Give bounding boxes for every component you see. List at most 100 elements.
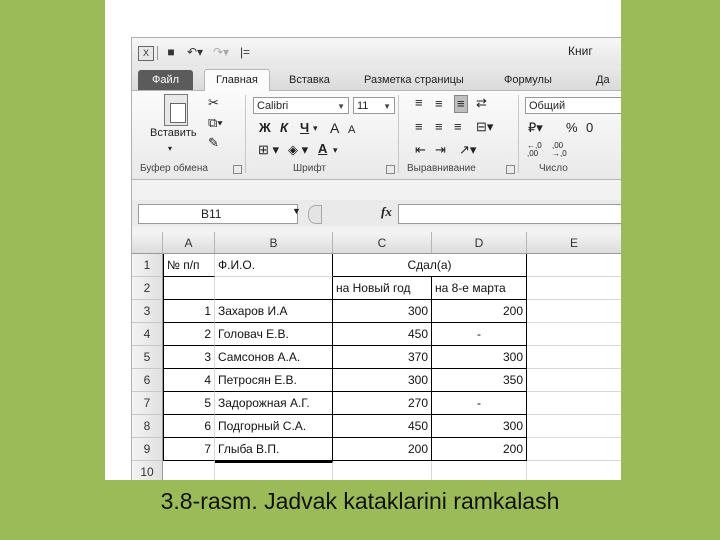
decrease-indent-icon[interactable]: ⇤ [415,142,426,158]
customize-quick-access-button[interactable]: |= [236,46,254,59]
cell-d7[interactable]: - [432,392,527,415]
wrap-text-icon[interactable]: ⇄ [476,95,487,111]
cell-e1[interactable] [527,254,621,277]
cell-e2[interactable] [527,277,621,300]
select-all-corner[interactable] [132,232,163,254]
alignment-launcher-icon[interactable] [506,165,515,174]
shrink-font-button[interactable]: A [348,122,355,138]
font-color-dropdown-icon[interactable]: ▾ [333,142,338,158]
row-header[interactable]: 10 [132,461,163,480]
cell-c1-merged[interactable]: Сдал(а) [333,254,527,277]
save-icon[interactable]: ■ [164,46,178,59]
align-right-icon[interactable]: ≡ [454,119,462,135]
tab-home[interactable]: Главная [204,69,270,91]
cell-a2[interactable] [163,277,215,300]
undo-icon[interactable]: ↶▾ [184,46,206,59]
copy-icon[interactable]: ⧉▾ [208,115,223,131]
cell-b10-active[interactable] [215,461,333,480]
formula-bar-handle[interactable] [308,205,322,224]
cell-d6[interactable]: 350 [432,369,527,392]
increase-decimal-button[interactable]: ←,0 ,00 [527,142,549,158]
orientation-icon[interactable]: ↗▾ [459,142,476,158]
cell-e10[interactable] [527,461,621,480]
cell-c9[interactable]: 200 [333,438,432,461]
cell-c2[interactable]: на Новый год [333,277,432,300]
cell-e5[interactable] [527,346,621,369]
paste-dropdown-icon[interactable]: ▾ [168,141,172,157]
paste-button-label[interactable]: Вставить [150,127,197,139]
clipboard-launcher-icon[interactable] [233,165,242,174]
underline-button[interactable]: Ч [300,120,309,136]
row-header[interactable]: 1 [132,254,163,277]
cell-a3[interactable]: 1 [163,300,215,323]
cell-b4[interactable]: Головач Е.В. [215,323,333,346]
bold-button[interactable]: Ж [259,120,271,136]
excel-app-icon[interactable]: X [138,46,154,61]
cell-a1[interactable]: № п/п [163,254,215,277]
cell-d4[interactable]: - [432,323,527,346]
cell-c6[interactable]: 300 [333,369,432,392]
cell-b2[interactable] [215,277,333,300]
number-format-combo[interactable]: Общий [525,97,621,114]
borders-icon[interactable]: ⊞ ▾ [258,142,279,158]
cut-icon[interactable]: ✂ [208,95,219,111]
cell-c8[interactable]: 450 [333,415,432,438]
cell-d8[interactable]: 300 [432,415,527,438]
paste-icon[interactable] [164,94,188,126]
cell-e9[interactable] [527,438,621,461]
formula-input[interactable] [398,204,621,224]
cell-b1[interactable]: Ф.И.О. [215,254,333,277]
cell-a8[interactable]: 6 [163,415,215,438]
cell-b3[interactable]: Захаров И.А [215,300,333,323]
insert-function-button[interactable]: fx [381,204,392,220]
underline-dropdown-icon[interactable]: ▾ [313,120,318,136]
cell-c10[interactable] [333,461,432,480]
row-header[interactable]: 8 [132,415,163,438]
cell-b9[interactable]: Глыба В.П. [215,438,333,461]
row-header[interactable]: 3 [132,300,163,323]
comma-style-button[interactable]: 0 [586,120,593,136]
column-header-c[interactable]: C [333,232,432,254]
row-header[interactable]: 2 [132,277,163,300]
redo-icon[interactable]: ↷▾ [210,46,232,59]
align-bottom-icon[interactable]: ≡ [454,95,468,113]
format-painter-icon[interactable]: ✎ [208,135,219,151]
cell-d3[interactable]: 200 [432,300,527,323]
cell-c4[interactable]: 450 [333,323,432,346]
row-header[interactable]: 9 [132,438,163,461]
name-box[interactable]: B11 [138,204,298,224]
cell-d9[interactable]: 200 [432,438,527,461]
font-launcher-icon[interactable] [386,165,395,174]
font-color-button[interactable]: A [318,141,327,157]
merge-center-icon[interactable]: ⊟▾ [476,119,493,135]
cell-e6[interactable] [527,369,621,392]
tab-formulas[interactable]: Формулы [504,70,552,90]
cell-a6[interactable]: 4 [163,369,215,392]
currency-format-icon[interactable]: ₽▾ [528,120,543,136]
cell-b6[interactable]: Петросян Е.В. [215,369,333,392]
cell-c7[interactable]: 270 [333,392,432,415]
column-header-b[interactable]: B [215,232,333,254]
italic-button[interactable]: К [280,120,288,136]
column-header-d[interactable]: D [432,232,527,254]
cell-a4[interactable]: 2 [163,323,215,346]
cell-a7[interactable]: 5 [163,392,215,415]
increase-indent-icon[interactable]: ⇥ [435,142,446,158]
font-name-combo[interactable]: Calibri ▼ [253,97,349,114]
tab-insert[interactable]: Вставка [289,70,330,90]
cell-d5[interactable]: 300 [432,346,527,369]
tab-page-layout[interactable]: Разметка страницы [364,70,464,90]
align-left-icon[interactable]: ≡ [415,119,423,135]
column-header-e[interactable]: E [527,232,621,254]
align-middle-icon[interactable]: ≡ [435,96,443,112]
row-header[interactable]: 4 [132,323,163,346]
percent-style-button[interactable]: % [566,120,578,136]
column-header-a[interactable]: A [163,232,215,254]
cell-b7[interactable]: Задорожная А.Г. [215,392,333,415]
cell-e3[interactable] [527,300,621,323]
cell-b5[interactable]: Самсонов А.А. [215,346,333,369]
cell-c3[interactable]: 300 [333,300,432,323]
cell-b8[interactable]: Подгорный С.А. [215,415,333,438]
row-header[interactable]: 6 [132,369,163,392]
row-header[interactable]: 7 [132,392,163,415]
